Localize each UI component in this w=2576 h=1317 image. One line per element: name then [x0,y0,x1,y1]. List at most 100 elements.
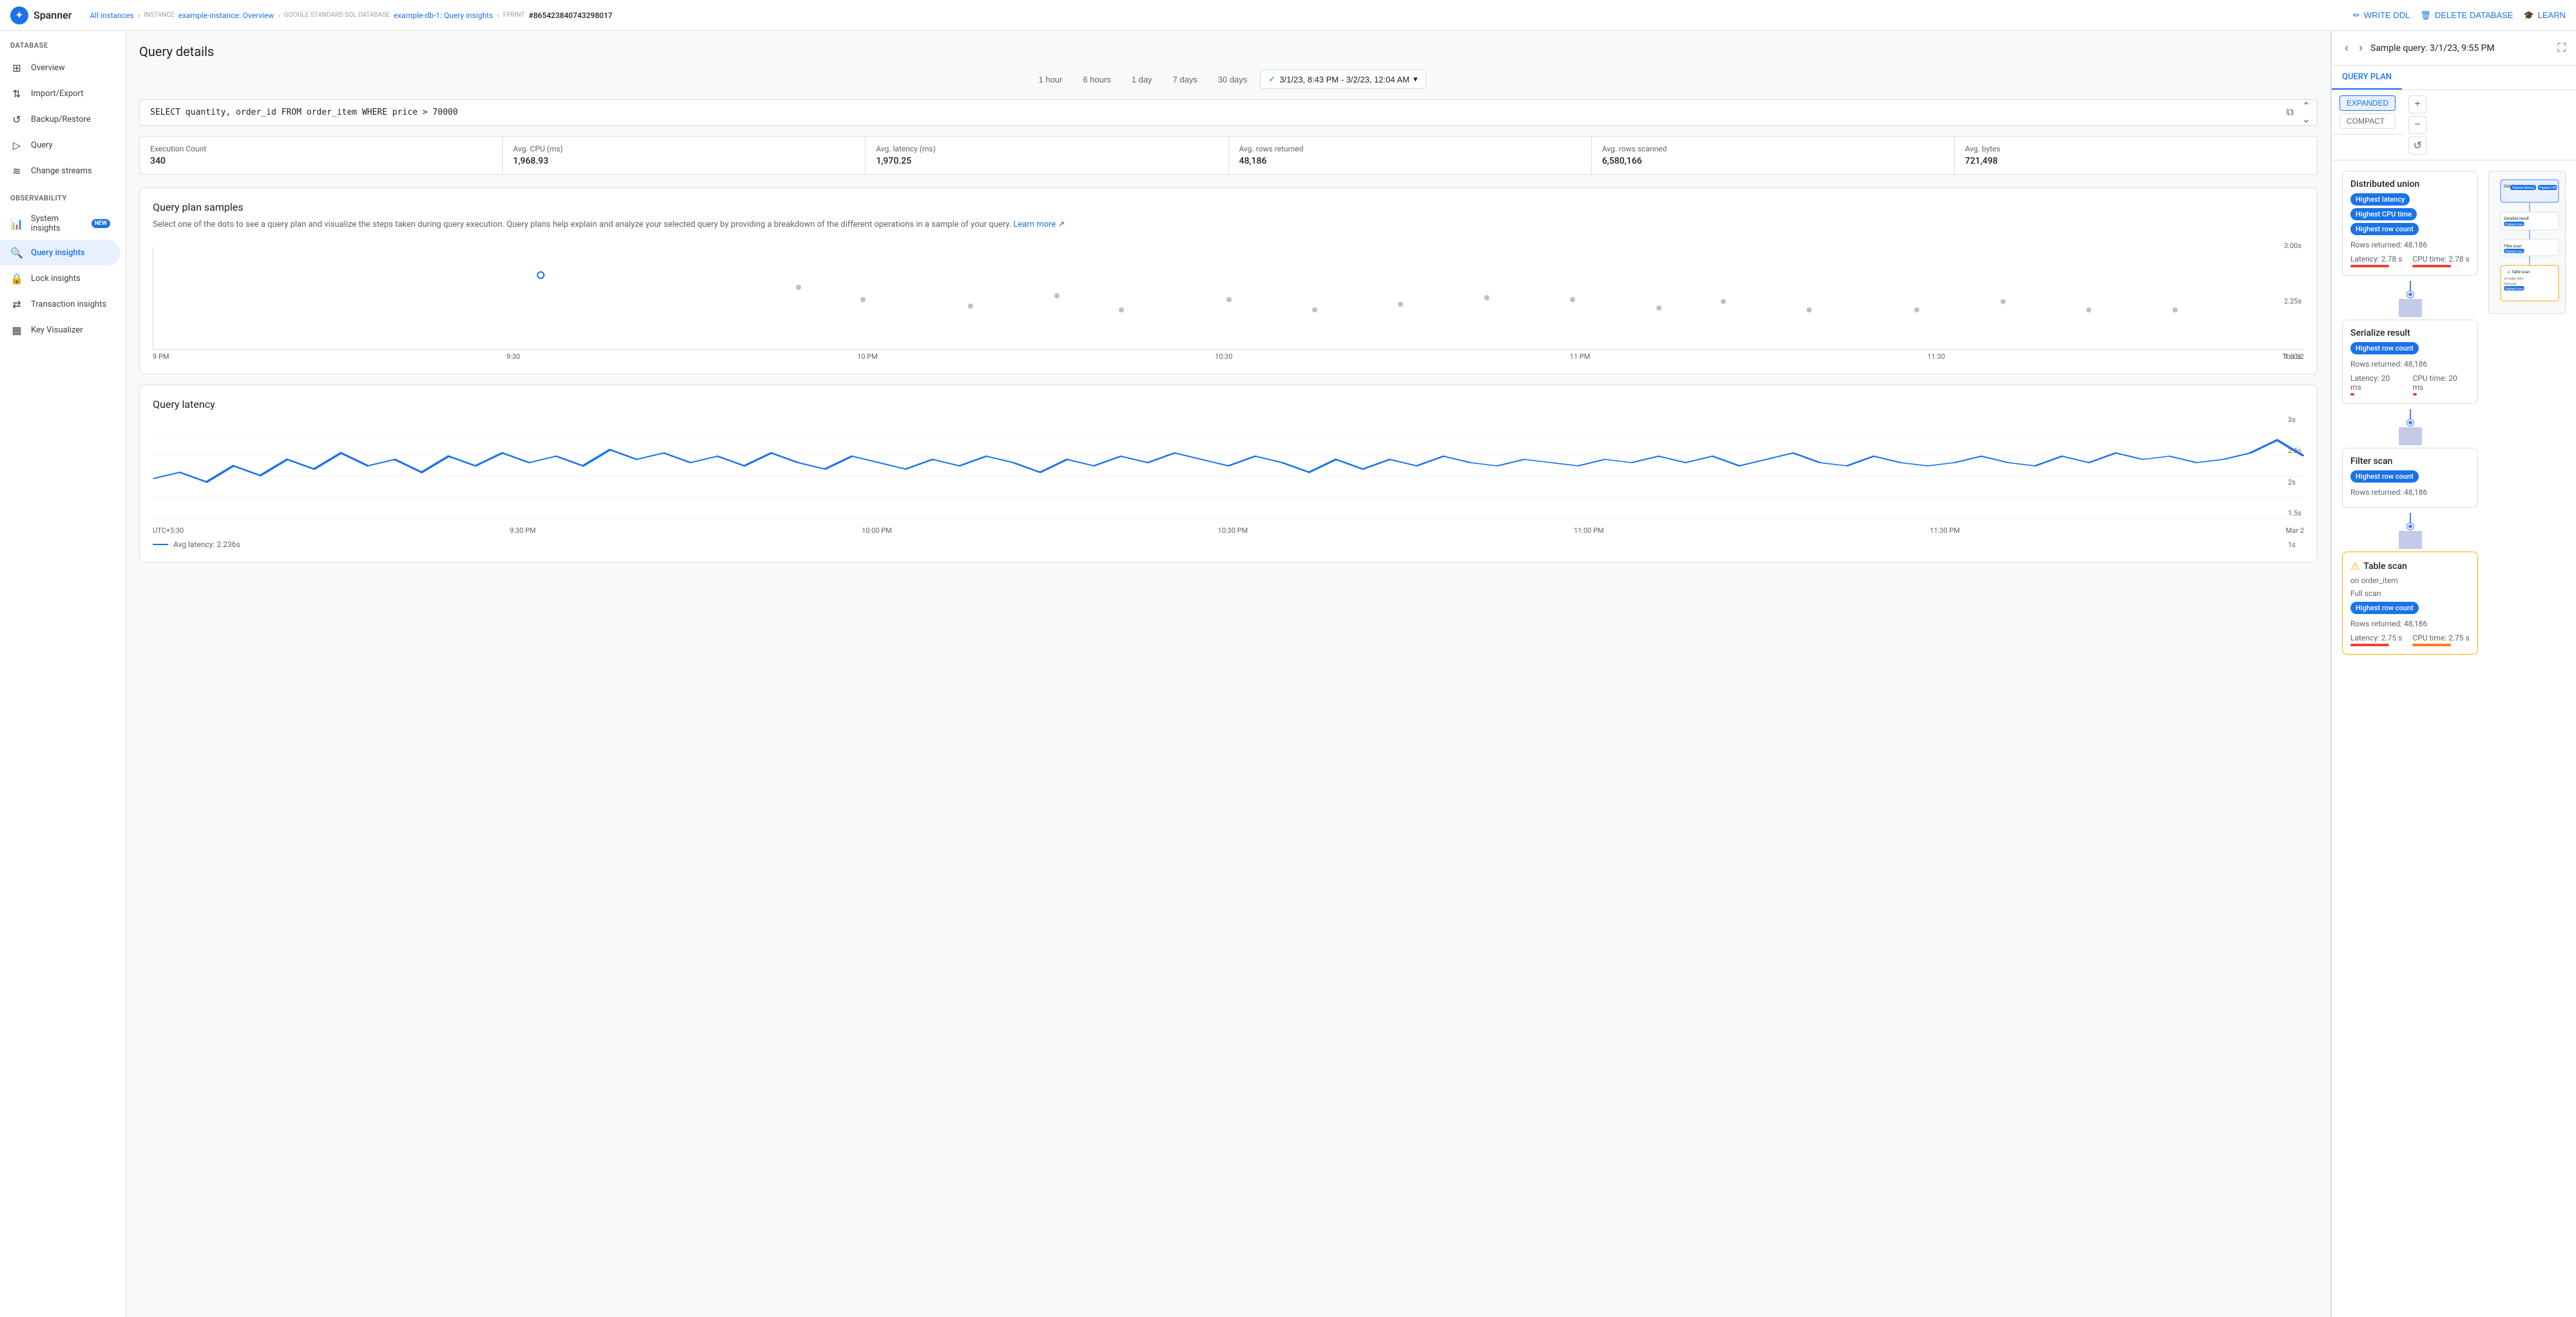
plan-tree: Distributed union Highest latency Highes… [2342,171,2478,1307]
zoom-in-button[interactable]: + [2408,95,2426,113]
zoom-reset-button[interactable]: ↺ [2408,137,2426,155]
write-ddl-button[interactable]: ✏ WRITE DDL [2353,10,2410,21]
query-insights-icon: 🔍 [10,246,23,259]
connector-dot-3 [2407,523,2414,530]
sidebar-item-lock-insights[interactable]: 🔒 Lock insights [0,265,121,291]
scatter-dot[interactable] [1226,297,1232,302]
compact-view-button[interactable]: COMPACT [2339,113,2396,129]
delete-database-button[interactable]: 🗑 DELETE DATABASE [2420,10,2513,21]
badge-highest-row-1: Highest row count [2350,342,2419,354]
node-title-3: Table scan [2363,561,2407,572]
breadcrumb-all-instances[interactable]: All instances [90,11,133,20]
database-section-title: DATABASE [0,31,126,55]
scatter-dot[interactable] [2086,307,2091,312]
app-logo: ✦ Spanner [10,6,72,24]
node-metrics-1: Latency: 20 ms CPU time: 20 ms [2350,374,2470,396]
svg-text:Full scan: Full scan [2504,282,2517,286]
plan-tabs: QUERY PLAN [2332,66,2576,90]
stat-label-1: Avg. CPU (ms) [513,144,855,153]
badge-highest-row-3: Highest row count [2350,602,2419,614]
sidebar-item-backup-restore[interactable]: ↺ Backup/Restore [0,106,121,132]
plan-prev-button[interactable]: ‹ [2342,39,2351,57]
sidebar-label-change-streams: Change streams [31,166,92,176]
stat-label-5: Avg. bytes [1965,144,2307,153]
sidebar-item-transaction-insights[interactable]: ⇄ Transaction insights [0,291,121,317]
latency-bar-3 [2350,644,2389,646]
stat-avg-latency: Avg. latency (ms) 1,970.25 [866,137,1228,174]
expand-query-button[interactable]: ⌃⌄ [2302,100,2310,126]
scatter-dot[interactable] [1570,297,1575,302]
scatter-dot[interactable] [1721,299,1726,304]
node-metrics-3: Latency: 2.75 s CPU time: 2.75 s [2350,633,2470,646]
svg-text:on order_item: on order_item [2504,277,2524,281]
minimap-svg: Distributed union Highest latency Highes… [2494,177,2565,305]
breadcrumb-db-name[interactable]: example-db-1: Query insights [394,11,493,20]
plan-title: Sample query: 3/1/23, 9:55 PM [2370,43,2495,53]
breadcrumb-instance-name[interactable]: example-instance: Overview [178,11,274,20]
scatter-dot[interactable] [2000,299,2006,304]
sidebar-item-query-insights[interactable]: 🔍 Query insights [0,240,121,265]
sidebar-item-import-export[interactable]: ⇅ Import/Export [0,81,121,106]
sidebar-label-key-visualizer: Key Visualizer [31,325,83,335]
scatter-dot[interactable] [1656,305,1661,311]
sidebar-item-overview[interactable]: ⊞ Overview [0,55,121,81]
scatter-dot[interactable] [1806,307,1812,312]
learn-more-link[interactable]: Learn more ↗ [1013,220,1065,229]
sidebar-item-system-insights[interactable]: 📊 System insights NEW [0,207,121,240]
key-visualizer-icon: ▦ [10,323,23,336]
svg-text:Filter scan: Filter scan [2504,244,2522,249]
scatter-dot[interactable] [2173,307,2178,312]
x-label-1130pm: 11:30 PM [1930,526,1960,535]
line-chart-wrapper: 3s 2.5s 2s 1.5s 1s UTC+5:30 9:30 PM 10:0… [153,416,2304,549]
node-subtitle-3: on order_item [2350,576,2470,585]
time-1hour-button[interactable]: 1 hour [1031,71,1070,88]
transaction-icon: ⇄ [10,298,23,311]
x-label-930pm: 9:30 PM [510,526,536,535]
line-chart [153,421,2304,524]
query-details-panel: Query details 1 hour 6 hours 1 day 7 day… [126,31,2330,1317]
time-range-picker-button[interactable]: ✓ 3/1/23, 8:43 PM - 3/2/23, 12:04 AM ▾ [1260,70,1426,89]
tab-query-plan[interactable]: QUERY PLAN [2332,66,2402,90]
scatter-dot[interactable] [1312,307,1317,312]
time-30days-button[interactable]: 30 days [1210,71,1255,88]
y-label-2-5s: 2.5s [2288,447,2301,455]
svg-text:Highest CPU: Highest CPU [2539,186,2557,190]
plan-node-table-scan: ⚠ Table scan on order_item Full scan Hig… [2342,552,2478,655]
scatter-dot[interactable] [796,285,801,290]
scatter-chart[interactable] [153,247,2304,350]
scatter-dot[interactable] [1914,307,1919,312]
time-1day-button[interactable]: 1 day [1124,71,1160,88]
new-badge: NEW [92,219,110,228]
latency-metric-0: Latency: 2.78 s [2350,255,2402,267]
badge-highest-row-2: Highest row count [2350,470,2419,483]
stat-label-2: Avg. latency (ms) [876,144,1217,153]
scatter-dot[interactable] [968,303,973,309]
sidebar-item-change-streams[interactable]: ≋ Change streams [0,158,121,184]
learn-button[interactable]: 🎓 LEARN [2523,10,2566,21]
expanded-view-button[interactable]: EXPANDED [2339,95,2396,111]
node-badges-2: Highest row count [2350,470,2470,483]
scatter-dot[interactable] [860,297,866,302]
scatter-dot-selected[interactable] [537,271,545,279]
chart-legend: Avg latency: 2.236s [153,540,2304,549]
scatter-dot[interactable] [1484,295,1489,300]
scatter-dot[interactable] [1398,302,1403,307]
time-7days-button[interactable]: 7 days [1165,71,1205,88]
zoom-out-button[interactable]: − [2408,116,2426,134]
scatter-dot[interactable] [1119,307,1124,312]
import-export-icon: ⇅ [10,87,23,100]
sidebar-item-query[interactable]: ▷ Query [0,132,121,158]
legend-line [153,544,168,545]
node-rows-3: Rows returned: 48,186 [2350,619,2470,628]
plan-next-button[interactable]: › [2356,39,2365,57]
copy-query-button[interactable]: ⧉ [2287,107,2294,119]
breadcrumb-sep3: › [497,11,499,20]
time-6hours-button[interactable]: 6 hours [1075,71,1118,88]
sidebar-item-key-visualizer[interactable]: ▦ Key Visualizer [0,317,121,343]
scatter-chart-area: 3.00s 2.25s 1.50s [153,242,2304,350]
stat-value-1: 1,968.93 [513,156,855,166]
node-title-0: Distributed union [2350,179,2470,189]
plan-expand-button[interactable]: ⛶ [2557,41,2566,55]
plan-minimap: Distributed union Highest latency Highes… [2488,171,2566,1307]
scatter-dot[interactable] [1054,293,1060,298]
